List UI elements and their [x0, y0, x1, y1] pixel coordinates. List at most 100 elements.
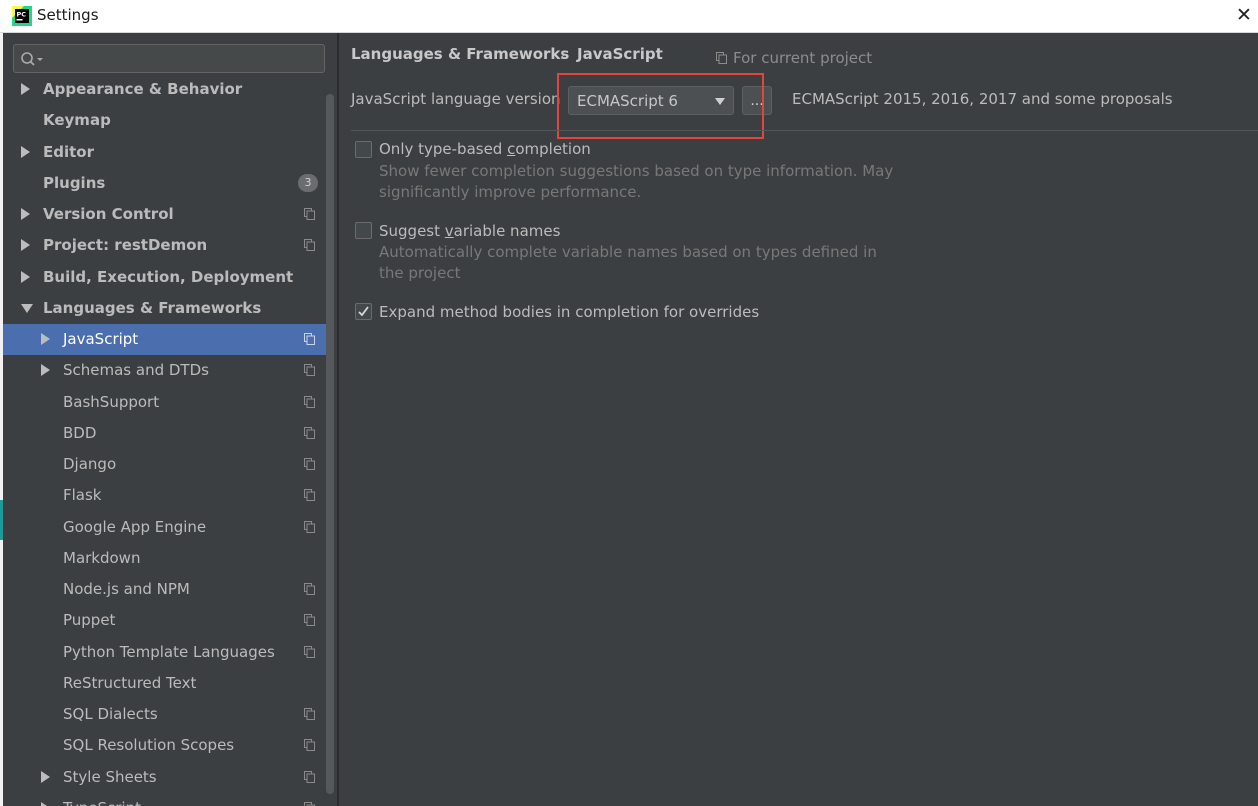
type-based-completion-description: Show fewer completion suggestions based …	[379, 162, 894, 201]
breadcrumb-parent: Languages & Frameworks	[351, 45, 570, 63]
sidebar-item[interactable]: BashSupport	[3, 387, 333, 418]
suggest-variable-names-label[interactable]: Suggest variable names	[379, 222, 560, 240]
collapsed-arrow-icon[interactable]	[21, 145, 30, 158]
collapsed-arrow-icon[interactable]	[21, 208, 30, 220]
search-icon	[21, 52, 43, 66]
settings-tree: Appearance & Behavior Keymap Editor Plugins…	[3, 76, 333, 806]
sidebar-item-label: TypeScript	[63, 799, 141, 806]
type-based-completion-label[interactable]: Only type-based completion	[379, 140, 591, 158]
sidebar-item-label: Puppet	[63, 611, 116, 630]
collapsed-arrow-icon[interactable]	[41, 770, 50, 783]
project-level-icon	[304, 458, 315, 470]
collapsed-arrow-icon[interactable]	[41, 364, 50, 377]
sidebar-item[interactable]: JavaScript	[3, 324, 333, 355]
breadcrumb-current: JavaScript	[577, 45, 663, 63]
sidebar-item-label: Python Template Languages	[63, 642, 275, 661]
collapsed-arrow-icon[interactable]	[21, 270, 30, 283]
project-level-icon	[304, 583, 315, 595]
scope-label: For current project	[733, 49, 873, 67]
suggest-variable-names-checkbox[interactable]	[355, 222, 372, 239]
sidebar-item[interactable]: Style Sheets	[3, 762, 333, 793]
sidebar-item-label: Appearance & Behavior	[43, 80, 243, 98]
sidebar-item-label: Django	[63, 455, 117, 473]
type-based-completion-checkbox[interactable]	[355, 141, 372, 158]
project-level-icon	[304, 520, 315, 533]
sidebar-item-label: Editor	[43, 142, 94, 161]
sidebar-item-label: Project: restDemon	[43, 236, 208, 255]
window-title: Settings	[37, 6, 99, 24]
project-level-icon	[304, 489, 315, 502]
sidebar-item[interactable]: Django	[3, 449, 333, 480]
project-level-icon	[304, 208, 315, 220]
sidebar-item-label: SQL Dialects	[63, 705, 158, 723]
sidebar-item-label: Schemas and DTDs	[63, 361, 209, 380]
sidebar-item[interactable]: BDD	[3, 418, 333, 449]
expand-method-bodies-label[interactable]: Expand method bodies in completion for o…	[379, 303, 759, 321]
sidebar-item[interactable]: Keymap	[3, 105, 333, 136]
sidebar-item[interactable]: Markdown	[3, 543, 333, 574]
sidebar-item[interactable]: Node.js and NPM	[3, 574, 333, 605]
divider	[351, 130, 1258, 131]
collapsed-arrow-icon[interactable]	[21, 83, 30, 95]
close-icon[interactable]: ✕	[1234, 5, 1254, 25]
sidebar-item[interactable]: Schemas and DTDs	[3, 355, 333, 386]
sidebar-item[interactable]: TypeScript	[3, 793, 333, 806]
sidebar-item-label: Style Sheets	[63, 767, 157, 786]
project-level-icon	[304, 239, 315, 252]
checkmark-icon	[358, 306, 369, 317]
sidebar-item[interactable]: Editor	[3, 137, 333, 168]
search-input[interactable]	[13, 44, 325, 73]
sidebar-item[interactable]: Version Control	[3, 199, 333, 230]
sidebar-item[interactable]: Google App Engine	[3, 512, 333, 543]
sidebar-item-label: Plugins	[43, 173, 106, 192]
sidebar-item[interactable]: Puppet	[3, 605, 333, 636]
sidebar-item[interactable]: Build, Execution, Deployment	[3, 262, 333, 293]
project-level-icon	[304, 426, 315, 439]
project-level-icon	[304, 708, 315, 720]
sidebar-item-label: Node.js and NPM	[63, 580, 190, 598]
sidebar-item[interactable]: Plugins 3	[3, 168, 333, 199]
pycharm-logo-icon: PC	[12, 6, 32, 26]
sidebar-item[interactable]: SQL Dialects	[3, 699, 333, 730]
project-scope-icon	[716, 52, 727, 64]
sidebar-item[interactable]: Flask	[3, 480, 333, 511]
sidebar-item-label: BashSupport	[63, 392, 160, 411]
js-version-description: ECMAScript 2015, 2016, 2017 and some pro…	[792, 90, 1173, 108]
project-level-icon	[304, 645, 315, 658]
expanded-arrow-icon[interactable]	[21, 303, 33, 313]
breadcrumb-separator: ›	[560, 45, 566, 63]
updates-badge: 3	[298, 173, 318, 192]
project-level-icon	[304, 739, 315, 752]
project-level-icon	[304, 364, 315, 377]
sidebar-item-label: Version Control	[43, 205, 174, 223]
project-level-icon	[304, 395, 315, 408]
sidebar-item-label: SQL Resolution Scopes	[63, 736, 235, 755]
sidebar-item-label: Markdown	[63, 548, 141, 567]
sidebar-item[interactable]: Python Template Languages	[3, 637, 333, 668]
sidebar-item[interactable]: Appearance & Behavior	[3, 76, 333, 105]
sidebar-item-label: Google App Engine	[63, 517, 207, 536]
js-version-label: JavaScript language version	[351, 90, 561, 108]
sidebar-item-label: Flask	[63, 486, 102, 505]
sidebar-item-label: Languages & Frameworks	[43, 298, 262, 317]
sidebar-item[interactable]: Project: restDemon	[3, 230, 333, 261]
sidebar-item-label: BDD	[63, 423, 97, 442]
project-level-icon	[304, 770, 315, 783]
sidebar-item[interactable]: SQL Resolution Scopes	[3, 730, 333, 761]
sidebar-item-label: JavaScript	[63, 330, 139, 348]
sidebar-item-label: ReStructured Text	[63, 673, 197, 692]
collapsed-arrow-icon[interactable]	[41, 333, 50, 345]
title-bar: PC Settings ✕	[0, 0, 1258, 33]
sidebar-item-label: Keymap	[43, 111, 111, 130]
project-level-icon	[304, 801, 315, 806]
sidebar-item[interactable]: Languages & Frameworks	[3, 293, 333, 324]
sidebar-scrollbar[interactable]	[326, 94, 334, 794]
collapsed-arrow-icon[interactable]	[21, 239, 30, 252]
collapsed-arrow-icon[interactable]	[41, 801, 50, 806]
suggest-variable-names-description: Automatically complete variable names ba…	[379, 243, 877, 282]
expand-method-bodies-checkbox[interactable]	[355, 303, 372, 320]
sidebar-item-label: Build, Execution, Deployment	[43, 267, 294, 286]
project-level-icon	[304, 614, 315, 627]
project-level-icon	[304, 333, 315, 345]
sidebar-item[interactable]: ReStructured Text	[3, 668, 333, 699]
